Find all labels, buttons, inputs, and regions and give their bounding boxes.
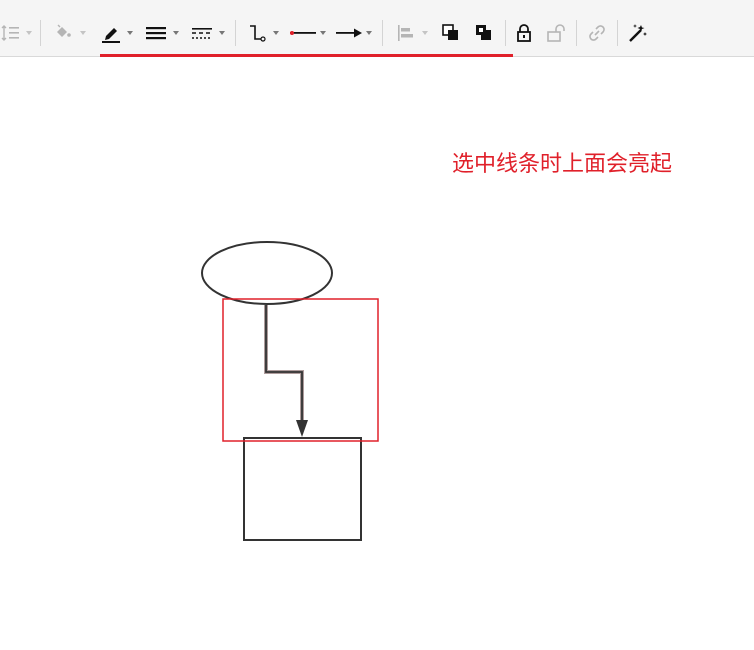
ellipse-shape[interactable] xyxy=(201,241,333,305)
connector-selection-glow xyxy=(264,305,304,426)
connector-arrow[interactable] xyxy=(265,305,303,424)
rectangle-shape[interactable] xyxy=(243,437,362,541)
diagram xyxy=(201,241,379,541)
arrowhead-icon xyxy=(296,420,308,437)
